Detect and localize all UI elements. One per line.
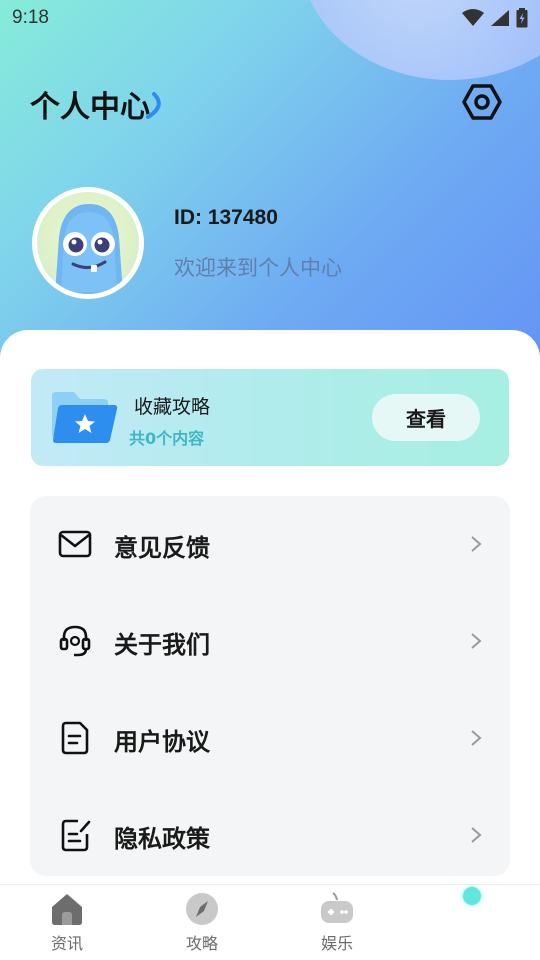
avatar-character — [55, 204, 123, 294]
tab-label: 娱乐 — [320, 934, 353, 953]
chevron-right-icon — [471, 536, 482, 552]
chevron-right-icon — [471, 730, 482, 746]
menu-item-privacy-policy[interactable]: 隐私政策 — [30, 787, 510, 884]
document-icon — [61, 721, 89, 755]
tab-label: 攻略 — [185, 934, 218, 953]
favorites-count: 共0个内容 — [129, 429, 205, 448]
status-icons — [462, 8, 528, 28]
chevron-right-icon — [471, 827, 482, 843]
tab-profile-active-dot[interactable] — [463, 887, 481, 905]
avatar[interactable] — [32, 187, 144, 299]
welcome-text: 欢迎来到个人中心 — [174, 256, 342, 280]
status-bar: 9:18 — [0, 0, 540, 36]
headset-icon — [59, 625, 91, 657]
title-swoosh-decoration — [146, 92, 161, 119]
tab-entertainment[interactable]: 娱乐 — [287, 885, 387, 960]
menu-item-label: 隐私政策 — [114, 825, 210, 853]
menu-item-feedback[interactable]: 意见反馈 — [30, 496, 510, 593]
edit-document-icon — [61, 819, 91, 852]
menu-item-label: 意见反馈 — [114, 534, 210, 562]
menu-item-about[interactable]: 关于我们 — [30, 593, 510, 690]
battery-icon — [516, 8, 528, 28]
status-time: 9:18 — [12, 7, 49, 28]
compass-icon — [186, 893, 218, 925]
favorites-title: 收藏攻略 — [134, 396, 211, 418]
menu-item-user-agreement[interactable]: 用户协议 — [30, 690, 510, 787]
tab-label: 资讯 — [50, 934, 83, 953]
tab-news[interactable]: 资讯 — [17, 885, 117, 960]
bottom-tab-bar: 资讯 攻略 娱乐 — [0, 884, 540, 960]
home-icon — [52, 894, 82, 925]
view-favorites-button[interactable]: 查看 — [372, 394, 480, 441]
user-id: ID: 137480 — [174, 206, 278, 229]
wifi-icon — [462, 9, 484, 26]
tab-guides[interactable]: 攻略 — [152, 885, 252, 960]
mail-icon — [58, 530, 92, 558]
signal-icon — [491, 10, 509, 26]
avatar-image — [37, 192, 139, 294]
settings-icon[interactable] — [462, 82, 502, 122]
page-title: 个人中心 — [30, 90, 150, 125]
chevron-right-icon — [471, 633, 482, 649]
gamepad-icon — [321, 892, 353, 923]
menu-item-label: 关于我们 — [114, 631, 210, 659]
menu-item-label: 用户协议 — [114, 728, 210, 756]
folder-star-icon — [52, 392, 118, 443]
